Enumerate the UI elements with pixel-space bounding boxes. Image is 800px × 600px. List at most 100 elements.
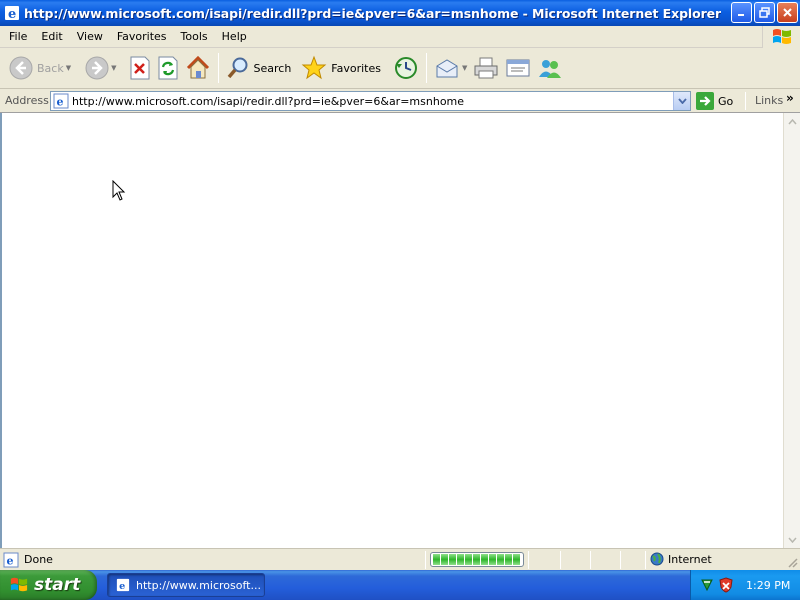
progress-block [433,554,440,565]
progress-block [473,554,480,565]
back-arrow-icon [9,56,33,80]
favorites-star-icon [301,55,327,80]
progress-block [497,554,504,565]
page-icon: e [53,93,69,109]
back-button[interactable]: Back ▼ [6,51,74,85]
scroll-up-button[interactable] [784,113,800,130]
svg-text:e: e [7,554,14,567]
progress-bar [430,552,524,567]
go-button[interactable]: Go [696,92,733,110]
refresh-icon [158,56,177,80]
clock: 1:29 PM [746,578,791,592]
address-dropdown-button[interactable] [673,92,690,110]
globe-icon [650,552,664,566]
progress-block [489,554,496,565]
progress-block [505,554,512,565]
links-chevron-icon[interactable]: » [786,91,794,105]
window-controls [731,2,798,23]
taskbar-window-button[interactable]: e http://www.microsoft... [107,573,265,597]
menu-tools[interactable]: Tools [174,30,215,43]
search-button[interactable]: Search [223,51,295,85]
menu-help[interactable]: Help [215,30,254,43]
scroll-up-icon [788,118,797,124]
toolbar-separator [426,53,427,83]
security-shield-icon[interactable] [718,577,734,593]
minimize-button[interactable] [731,2,752,23]
stop-button[interactable] [126,51,154,85]
taskbar: start e http://www.microsoft... 1:29 PM [0,570,800,600]
scroll-down-icon [788,537,797,543]
system-tray: 1:29 PM [690,570,800,600]
back-label: Back [37,61,64,75]
forward-button[interactable]: ▼ [82,51,119,85]
zone-label: Internet [668,552,712,566]
start-button[interactable]: start [0,570,97,600]
edit-page-icon [506,59,530,77]
status-separator [645,551,646,569]
print-icon [474,57,498,79]
links-label[interactable]: Links [755,94,783,107]
address-input[interactable]: e http://www.microsoft.com/isapi/redir.d… [50,91,691,111]
go-label: Go [718,94,734,108]
status-separator [528,551,529,569]
refresh-button[interactable] [154,51,182,85]
messenger-icon [539,60,562,78]
scroll-down-button[interactable] [784,531,800,548]
status-separator [560,551,561,569]
close-button[interactable] [777,2,798,23]
back-dropdown-icon[interactable]: ▼ [66,64,71,72]
search-icon [227,57,247,79]
mail-dropdown-icon[interactable]: ▼ [462,64,467,72]
messenger-button[interactable] [534,51,566,85]
start-label: start [34,575,81,595]
status-separator [590,551,591,569]
home-icon [186,55,209,79]
history-icon [395,57,417,79]
progress-block [457,554,464,565]
menu-file[interactable]: File [0,30,34,43]
chevron-down-icon [677,98,687,104]
windows-flag-icon [10,577,28,592]
address-label: Address [5,94,49,107]
ie-icon: e [5,6,19,21]
close-icon [783,8,792,17]
resize-grip-icon[interactable] [786,556,798,568]
security-zone[interactable]: Internet [650,552,712,566]
status-separator [620,551,621,569]
favorites-button[interactable]: Favorites [298,51,384,85]
forward-dropdown-icon[interactable]: ▼ [111,64,116,72]
progress-block [481,554,488,565]
menu-view[interactable]: View [70,30,110,43]
progress-block [449,554,456,565]
history-button[interactable] [390,51,422,85]
address-url: http://www.microsoft.com/isapi/redir.dll… [72,94,465,108]
window-title: http://www.microsoft.com/isapi/redir.dll… [24,5,722,21]
page-content[interactable] [0,113,800,548]
svg-text:e: e [8,7,16,21]
title-bar[interactable]: e http://www.microsoft.com/isapi/redir.d… [0,0,800,26]
mail-icon [436,59,458,78]
favorites-label: Favorites [331,61,381,75]
edit-button[interactable] [502,51,534,85]
address-bar: Address e http://www.microsoft.com/isapi… [0,89,800,113]
menu-edit[interactable]: Edit [34,30,69,43]
windows-flag-icon [772,29,791,44]
standard-toolbar: Back ▼ ▼ Search Favorites ▼ [0,48,800,89]
vertical-scrollbar[interactable] [783,113,800,548]
print-button[interactable] [470,51,502,85]
status-bar: e Done Internet [0,548,800,570]
toolbar-separator [217,53,219,83]
restore-button[interactable] [754,2,775,23]
taskbar-window-label: http://www.microsoft... [136,578,261,592]
ie-icon: e [116,578,130,592]
menu-favorites[interactable]: Favorites [110,30,174,43]
status-separator [425,551,426,569]
menu-bar: File Edit View Favorites Tools Help [0,26,800,48]
forward-arrow-icon [85,56,109,80]
restore-icon [759,7,770,18]
home-button[interactable] [182,51,214,85]
page-done-icon: e [3,552,19,567]
mail-button[interactable]: ▼ [431,51,470,85]
progress-fill [433,554,520,565]
network-icon[interactable] [699,577,715,593]
